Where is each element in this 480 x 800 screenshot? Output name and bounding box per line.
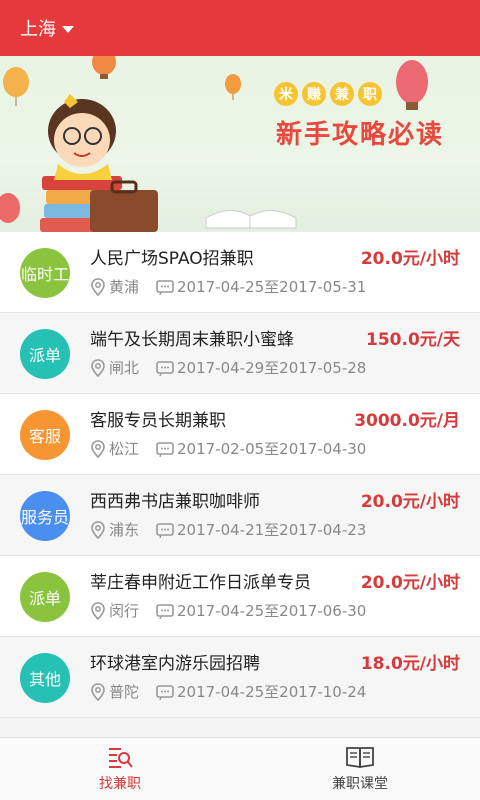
- job-list-item[interactable]: 临时工 人民广场SPAO招兼职 20.0元/小时黄浦 2017-04-25至2017-…: [0, 232, 480, 313]
- date-range-label: 2017-04-25至2017-10-24: [177, 683, 367, 701]
- job-meta: 黄浦 2017-04-25至2017-05-31: [90, 276, 366, 297]
- job-type-badge: 客服: [20, 410, 70, 460]
- job-dates: 2017-04-25至2017-10-24: [156, 681, 366, 702]
- tab-label: 兼职课堂: [332, 776, 388, 792]
- open-book-illustration: [205, 210, 297, 229]
- bottom-tab-bar: 找兼职 兼职课堂: [0, 737, 480, 800]
- job-title: 人民广场SPAO招兼职: [90, 249, 254, 269]
- location-pin-icon: [91, 439, 105, 458]
- banner-tag-char: 赚: [302, 82, 326, 106]
- job-dates: 2017-04-25至2017-06-30: [156, 600, 366, 621]
- job-type-badge: 派单: [20, 329, 70, 379]
- job-type-badge: 其他: [20, 653, 70, 703]
- job-meta: 浦东 2017-04-21至2017-04-23: [90, 519, 366, 540]
- district-label: 松江: [109, 440, 140, 458]
- job-title: 莘庄春申附近工作日派单专员: [90, 573, 311, 593]
- balloon-icon: [396, 60, 428, 110]
- date-range-label: 2017-04-29至2017-05-28: [177, 359, 367, 377]
- location-pin-icon: [91, 601, 105, 620]
- calendar-chat-icon: [156, 360, 174, 376]
- calendar-chat-icon: [156, 684, 174, 700]
- location-pin-icon: [91, 277, 105, 296]
- calendar-chat-icon: [156, 522, 174, 538]
- job-list: 临时工 人民广场SPAO招兼职 20.0元/小时 黄浦 2017-04-25至2017-…: [0, 232, 480, 718]
- job-district: 浦东: [90, 519, 156, 540]
- tab-label: 找兼职: [99, 776, 141, 792]
- location-pin-icon: [91, 520, 105, 539]
- top-bar: 上海: [0, 0, 480, 56]
- date-range-label: 2017-04-21至2017-04-23: [177, 521, 367, 539]
- job-district: 普陀: [90, 681, 156, 702]
- job-type-badge: 派单: [20, 572, 70, 622]
- location-pin-icon: [91, 358, 105, 377]
- job-dates: 2017-04-25至2017-05-31: [156, 276, 366, 297]
- job-district: 松江: [90, 438, 156, 459]
- job-meta: 闵行 2017-04-25至2017-06-30: [90, 600, 366, 621]
- caret-down-icon: [62, 25, 74, 33]
- city-label: 上海: [20, 19, 56, 40]
- banner-tag-char: 米: [274, 82, 298, 106]
- date-range-label: 2017-02-05至2017-04-30: [177, 440, 367, 458]
- girl-illustration: [48, 94, 116, 180]
- job-list-item[interactable]: 派单 端午及长期周末兼职小蜜蜂 150.0元/天闸北 2017-04-29至2017-…: [0, 313, 480, 394]
- promo-banner[interactable]: 米 赚 兼 职 新手攻略必读: [0, 56, 480, 232]
- job-list-item[interactable]: 服务员 西西弗书店兼职咖啡师 20.0元/小时浦东 2017-04-21至2017-0…: [0, 475, 480, 556]
- job-type-badge: 服务员: [20, 491, 70, 541]
- calendar-chat-icon: [156, 441, 174, 457]
- calendar-chat-icon: [156, 279, 174, 295]
- banner-tag-char: 兼: [330, 82, 354, 106]
- date-range-label: 2017-04-25至2017-05-31: [177, 278, 367, 296]
- job-meta: 普陀 2017-04-25至2017-10-24: [90, 681, 366, 702]
- job-title: 端午及长期周末兼职小蜜蜂: [90, 330, 294, 350]
- tab-find-job[interactable]: 找兼职: [0, 738, 240, 800]
- job-price: 20.0元/小时: [360, 249, 460, 269]
- job-type-badge: 临时工: [20, 248, 70, 298]
- banner-tag: 米 赚 兼 职: [274, 82, 382, 106]
- job-price: 18.0元/小时: [360, 654, 460, 674]
- job-district: 闵行: [90, 600, 156, 621]
- job-title: 环球港室内游乐园招聘: [90, 654, 260, 674]
- district-label: 黄浦: [109, 278, 140, 296]
- banner-title: 新手攻略必读: [276, 120, 445, 150]
- balloon-icon: [225, 74, 241, 100]
- search-list-icon: [109, 748, 133, 768]
- job-meta: 闸北 2017-04-29至2017-05-28: [90, 357, 366, 378]
- balloon-icon: [92, 56, 116, 79]
- district-label: 闸北: [109, 359, 140, 377]
- calendar-chat-icon: [156, 603, 174, 619]
- open-book-icon: [346, 747, 374, 769]
- job-price: 150.0元/天: [366, 330, 460, 350]
- balloon-icon: [3, 67, 29, 106]
- district-label: 闵行: [109, 602, 140, 620]
- job-list-item[interactable]: 其他 环球港室内游乐园招聘 18.0元/小时普陀 2017-04-25至2017-10…: [0, 637, 480, 718]
- city-selector[interactable]: 上海: [20, 15, 74, 41]
- job-dates: 2017-04-29至2017-05-28: [156, 357, 366, 378]
- location-pin-icon: [91, 682, 105, 701]
- job-dates: 2017-02-05至2017-04-30: [156, 438, 366, 459]
- job-list-item[interactable]: 客服 客服专员长期兼职 3000.0元/月松江 2017-02-05至2017-04-…: [0, 394, 480, 475]
- job-title: 西西弗书店兼职咖啡师: [90, 492, 260, 512]
- job-price: 3000.0元/月: [354, 411, 460, 431]
- job-meta: 松江 2017-02-05至2017-04-30: [90, 438, 366, 459]
- district-label: 浦东: [109, 521, 140, 539]
- job-district: 闸北: [90, 357, 156, 378]
- job-price: 20.0元/小时: [360, 492, 460, 512]
- job-price: 20.0元/小时: [360, 573, 460, 593]
- job-district: 黄浦: [90, 276, 156, 297]
- tab-job-class[interactable]: 兼职课堂: [240, 738, 480, 800]
- job-dates: 2017-04-21至2017-04-23: [156, 519, 366, 540]
- job-list-item[interactable]: 派单 莘庄春申附近工作日派单专员 20.0元/小时闵行 2017-04-25至2017…: [0, 556, 480, 637]
- banner-tag-char: 职: [358, 82, 382, 106]
- job-title: 客服专员长期兼职: [90, 411, 226, 431]
- date-range-label: 2017-04-25至2017-06-30: [177, 602, 367, 620]
- district-label: 普陀: [109, 683, 140, 701]
- balloon-icon: [0, 193, 20, 223]
